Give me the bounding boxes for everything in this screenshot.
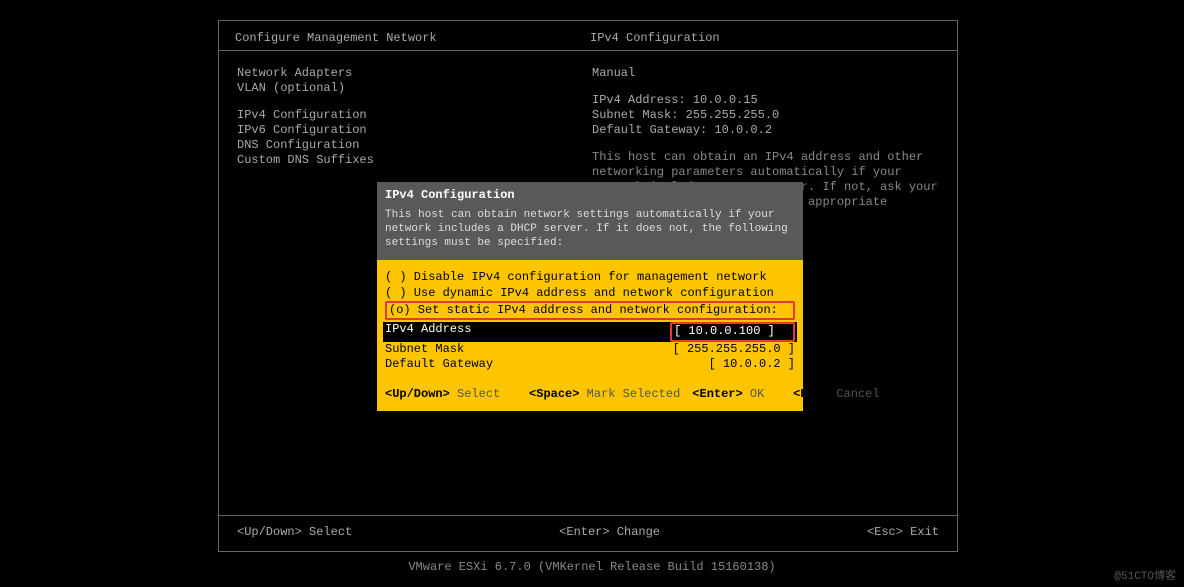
info-subnet: Subnet Mask: 255.255.255.0 bbox=[592, 108, 942, 123]
ipv4-config-dialog: IPv4 Configuration This host can obtain … bbox=[377, 182, 803, 411]
header-right: IPv4 Configuration bbox=[590, 31, 720, 45]
hint-enter-key: <Enter> bbox=[692, 387, 742, 401]
field-label: Default Gateway bbox=[385, 357, 493, 373]
option-static-ipv4[interactable]: (o) Set static IPv4 address and network … bbox=[389, 303, 791, 319]
menu-item[interactable]: IPv4 Configuration bbox=[237, 108, 374, 123]
dialog-header: IPv4 Configuration This host can obtain … bbox=[377, 182, 803, 260]
dialog-body: ( ) Disable IPv4 configuration for manag… bbox=[377, 260, 803, 387]
option-static-highlight: (o) Set static IPv4 address and network … bbox=[385, 301, 795, 321]
hint-space-key: <Space> bbox=[529, 387, 579, 401]
header-left: Configure Management Network bbox=[235, 31, 590, 45]
info-gateway: Default Gateway: 10.0.0.2 bbox=[592, 123, 942, 138]
subnet-mask-input[interactable]: [ 255.255.255.0 ] bbox=[673, 342, 795, 358]
bottom-updown-key: <Up/Down> bbox=[237, 525, 302, 539]
bottom-enter-key: <Enter> bbox=[559, 525, 609, 539]
info-address: IPv4 Address: 10.0.0.15 bbox=[592, 93, 942, 108]
option-disable-ipv4[interactable]: ( ) Disable IPv4 configuration for manag… bbox=[385, 270, 795, 286]
dialog-subtitle: This host can obtain network settings au… bbox=[385, 208, 795, 251]
hint-updown-label: Select bbox=[450, 387, 500, 401]
hint-updown-key: <Up/Down> bbox=[385, 387, 450, 401]
field-ipv4-address[interactable]: IPv4 Address [ 10.0.0.100 ] bbox=[383, 322, 797, 342]
field-label: Subnet Mask bbox=[385, 342, 464, 358]
bottom-divider bbox=[219, 515, 957, 516]
bottom-bar: <Up/Down> Select <Enter> Change <Esc> Ex… bbox=[237, 525, 939, 539]
ipv4-address-input[interactable]: [ 10.0.0.100 ] bbox=[670, 322, 795, 342]
option-dynamic-ipv4[interactable]: ( ) Use dynamic IPv4 address and network… bbox=[385, 286, 795, 302]
field-label: IPv4 Address bbox=[385, 322, 471, 342]
menu-item[interactable]: Network Adapters bbox=[237, 66, 374, 81]
menu-item[interactable]: VLAN (optional) bbox=[237, 81, 374, 96]
dialog-title: IPv4 Configuration bbox=[385, 188, 795, 204]
field-default-gateway[interactable]: Default Gateway [ 10.0.0.2 ] bbox=[385, 357, 795, 373]
hint-space-label: Mark Selected bbox=[579, 387, 680, 401]
hint-esc-label: Cancel bbox=[829, 387, 879, 401]
bottom-updown-label: Select bbox=[302, 525, 352, 539]
hint-enter-label: OK bbox=[743, 387, 765, 401]
header-divider bbox=[219, 50, 957, 51]
hint-esc-key: <Esc> bbox=[793, 387, 829, 401]
info-mode: Manual bbox=[592, 66, 942, 81]
field-subnet-mask[interactable]: Subnet Mask [ 255.255.255.0 ] bbox=[385, 342, 795, 358]
menu-item[interactable]: Custom DNS Suffixes bbox=[237, 153, 374, 168]
header-row: Configure Management Network IPv4 Config… bbox=[235, 31, 940, 45]
bottom-esc-label: Exit bbox=[903, 525, 939, 539]
dialog-footer: <Up/Down> Select <Space> Mark Selected <… bbox=[377, 387, 803, 411]
bottom-esc-key: <Esc> bbox=[867, 525, 903, 539]
version-line: VMware ESXi 6.7.0 (VMKernel Release Buil… bbox=[0, 560, 1184, 574]
menu-item[interactable]: DNS Configuration bbox=[237, 138, 374, 153]
watermark: @51CTO博客 bbox=[1114, 567, 1176, 583]
menu-list: Network Adapters VLAN (optional) IPv4 Co… bbox=[237, 66, 374, 168]
menu-item[interactable]: IPv6 Configuration bbox=[237, 123, 374, 138]
bottom-enter-label: Change bbox=[610, 525, 660, 539]
gateway-input[interactable]: [ 10.0.0.2 ] bbox=[709, 357, 795, 373]
